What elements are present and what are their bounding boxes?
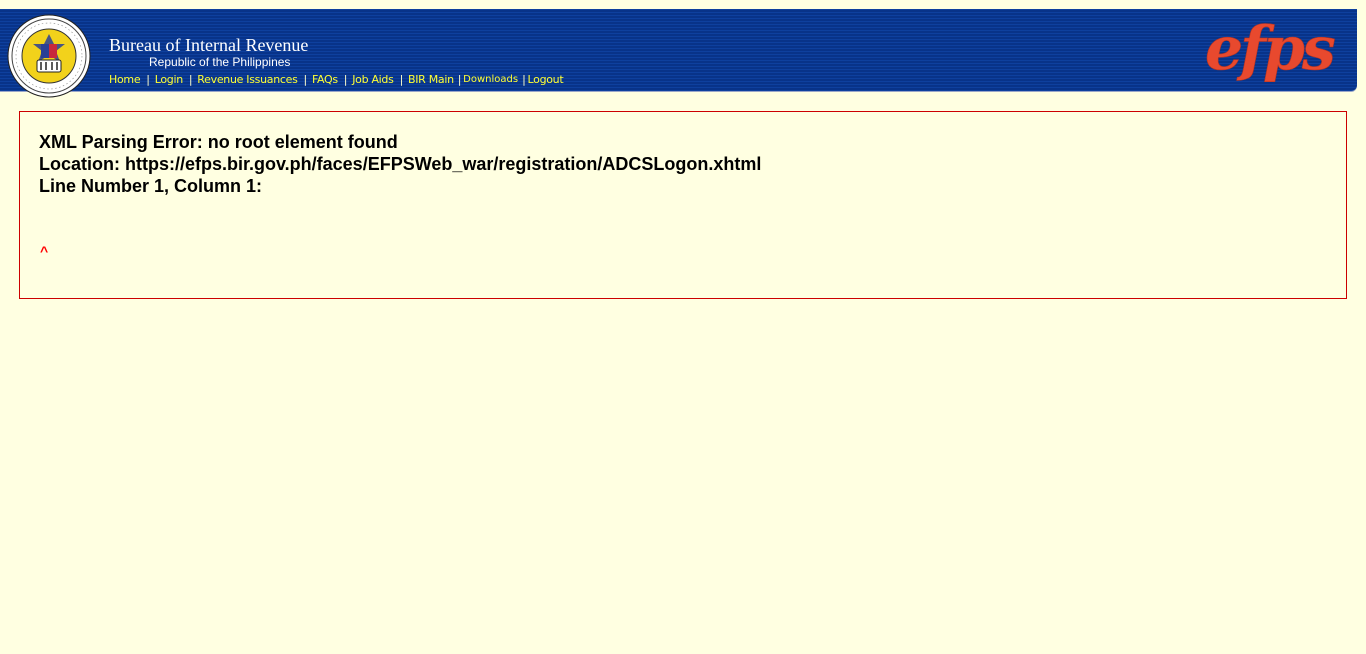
nav-separator: |	[146, 72, 150, 86]
xml-error-message: XML Parsing Error: no root element found…	[39, 131, 761, 197]
error-caret: ^	[40, 245, 49, 261]
nav-separator: |	[457, 72, 462, 86]
main-nav: Home | Login | Revenue Issuances | FAQs …	[109, 71, 564, 87]
nav-separator: |	[303, 72, 308, 86]
nav-separator: |	[399, 72, 404, 86]
nav-bir-main[interactable]: BIR Main	[408, 73, 454, 86]
nav-separator: |	[522, 72, 526, 86]
nav-separator: |	[188, 72, 193, 86]
error-title-line: XML Parsing Error: no root element found	[39, 132, 398, 152]
nav-downloads[interactable]: Downloads	[463, 74, 518, 85]
nav-separator: |	[343, 72, 348, 86]
nav-job-aids[interactable]: Job Aids	[352, 73, 394, 86]
nav-faqs[interactable]: FAQs	[312, 73, 338, 86]
org-subtitle: Republic of the Philippines	[149, 55, 291, 69]
nav-login[interactable]: Login	[155, 73, 183, 86]
efps-logo: efps	[1205, 14, 1339, 85]
org-title: Bureau of Internal Revenue	[109, 35, 309, 55]
nav-revenue-issuances[interactable]: Revenue Issuances	[197, 73, 298, 86]
bir-seal-icon	[7, 14, 91, 98]
efps-logo-text: efps	[1205, 14, 1335, 84]
xml-error-box: XML Parsing Error: no root element found…	[19, 111, 1347, 299]
nav-home[interactable]: Home	[109, 73, 141, 86]
error-location-line: Location: https://efps.bir.gov.ph/faces/…	[39, 154, 762, 174]
nav-logout[interactable]: Logout	[528, 73, 564, 86]
site-header: Bureau of Internal Revenue Republic of t…	[0, 9, 1357, 98]
error-line-number: Line Number 1, Column 1:	[39, 176, 263, 196]
